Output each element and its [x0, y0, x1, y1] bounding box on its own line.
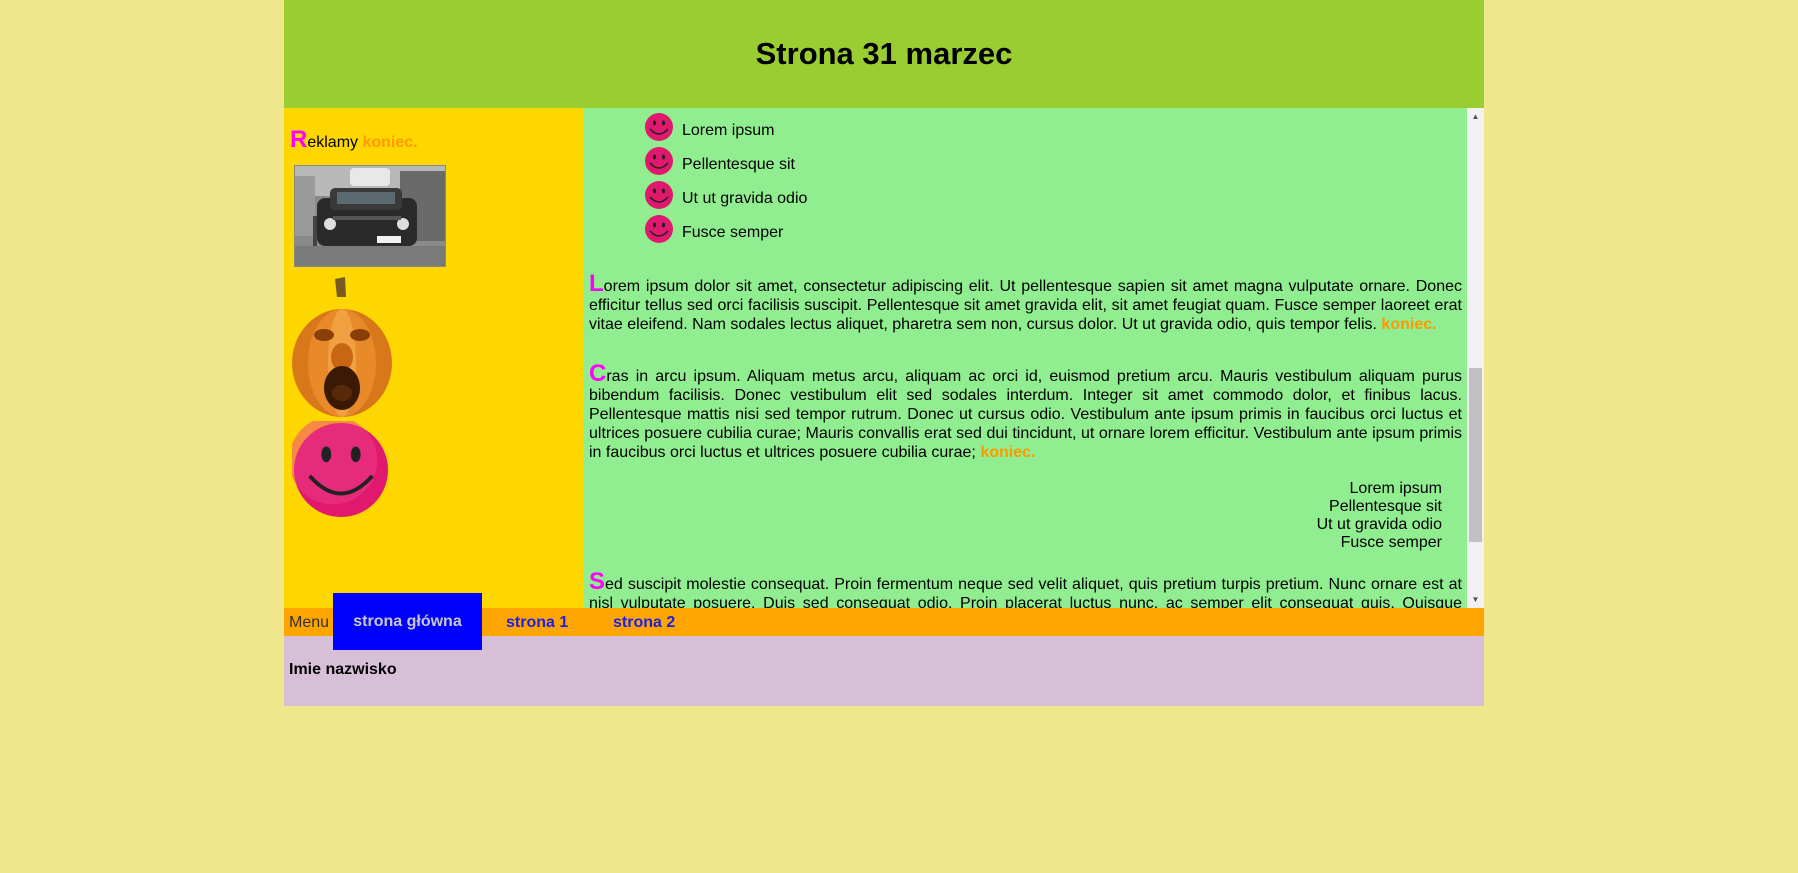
list-item: Lorem ipsum [589, 480, 1442, 498]
smiley-bullet-icon [645, 147, 673, 175]
list-item: Pellentesque sit [644, 142, 1462, 176]
scrollbar-thumb[interactable] [1469, 368, 1482, 542]
pumpkin-image [292, 277, 392, 417]
paragraph-sed: Sed suscipit molestie consequat. Proin f… [589, 570, 1462, 609]
smiley-icon [292, 421, 389, 518]
menu-label: Menu [289, 614, 330, 631]
paragraph-text: orem ipsum dolor sit amet, consectetur a… [589, 278, 1462, 333]
list-item-label: Pellentesque sit [682, 156, 795, 173]
ads-heading: Reklamy koniec. [290, 128, 578, 153]
car-photo [294, 165, 446, 267]
list-item: Fusce semper [644, 210, 1462, 244]
footer-author: Imie nazwisko [289, 661, 397, 678]
koniec-marker: koniec. [980, 444, 1036, 461]
koniec-marker: koniec. [1381, 316, 1437, 333]
list-item-label: Ut ut gravida odio [682, 190, 808, 207]
smiley-bullet-icon [645, 215, 673, 243]
koniec-marker: koniec. [362, 134, 418, 151]
list-item-label: Fusce semper [682, 224, 784, 241]
drop-cap: S [589, 568, 606, 595]
circle-list: Lorem ipsum Pellentesque sit Ut ut gravi… [589, 480, 1462, 552]
list-item-label: Lorem ipsum [682, 122, 775, 139]
drop-cap: C [589, 360, 607, 387]
scroll-up-arrow-icon[interactable]: ▲ [1467, 108, 1484, 125]
drop-cap: R [290, 126, 308, 153]
list-item: Ut ut gravida odio [589, 516, 1442, 534]
scroll-down-arrow-icon[interactable]: ▼ [1467, 591, 1484, 608]
page: Strona 31 marzec Reklamy koniec. Lorem i… [284, 0, 1484, 706]
smiley-list: Lorem ipsum Pellentesque sit Ut ut gravi… [589, 108, 1462, 244]
page-title: Strona 31 marzec [755, 36, 1013, 71]
paragraph-lorem: Lorem ipsum dolor sit amet, consectetur … [589, 272, 1462, 334]
list-item: Pellentesque sit [589, 498, 1442, 516]
menu-link-strona-2[interactable]: strona 2 [613, 614, 675, 632]
ads-heading-text: eklamy [307, 134, 363, 151]
menu-bar: Menu strona główna strona 1 strona 2 [284, 593, 1484, 650]
list-item: Fusce semper [589, 534, 1442, 552]
middle-section: Reklamy koniec. Lorem ipsum Pellentesque… [284, 108, 1484, 608]
paragraph-text: ed suscipit molestie consequat. Proin fe… [589, 576, 1462, 608]
content-scroll: Lorem ipsum Pellentesque sit Ut ut gravi… [584, 108, 1467, 608]
sidebar-ads: Reklamy koniec. [284, 108, 584, 608]
drop-cap: L [589, 270, 604, 297]
content-scrollbar[interactable]: ▲ ▼ [1467, 108, 1484, 608]
page-header: Strona 31 marzec [284, 0, 1484, 108]
menu-link-home[interactable]: strona główna [333, 593, 482, 650]
list-item: Lorem ipsum [644, 108, 1462, 142]
paragraph-cras: Cras in arcu ipsum. Aliquam metus arcu, … [589, 362, 1462, 462]
content-area[interactable]: Lorem ipsum Pellentesque sit Ut ut gravi… [584, 108, 1484, 608]
smiley-bullet-icon [645, 181, 673, 209]
list-item: Ut ut gravida odio [644, 176, 1462, 210]
smiley-bullet-icon [645, 113, 673, 141]
menu-link-strona-1[interactable]: strona 1 [506, 614, 568, 632]
